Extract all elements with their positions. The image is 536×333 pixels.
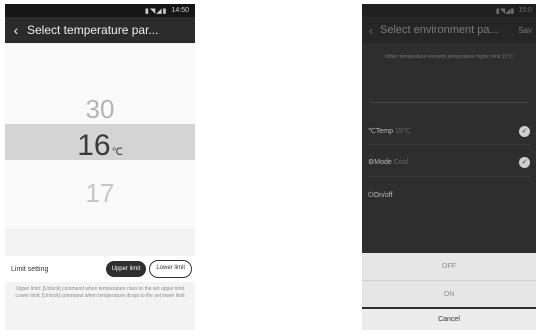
condition-info: When temperature exceeds temperature hig… (385, 54, 513, 60)
sheet-option-off[interactable]: OFF (362, 253, 536, 280)
cancel-button[interactable]: Cancel (362, 309, 536, 330)
temperature-picker[interactable]: 30 16℃ 17 (5, 44, 195, 229)
onoff-label: ⏻On/off (368, 192, 536, 200)
page-title: Select environment pa... (380, 24, 499, 36)
check-icon: ✓ (519, 156, 530, 168)
limit-setting-label: Limit setting (11, 265, 49, 273)
save-button[interactable]: Sav (518, 26, 536, 35)
toolbar: ‹ Select environment pa... Sav (362, 17, 536, 43)
celsius-unit: ℃ (111, 147, 123, 158)
mode-label: ⚙Mode Cool (368, 158, 519, 166)
back-arrow-icon[interactable]: ‹ (362, 23, 380, 38)
left-phone-screen: ▮◥◢▮ 14:50 ‹ Select temperature par... 3… (5, 4, 195, 330)
mode-row[interactable]: ⚙Mode Cool ✓ (362, 151, 536, 173)
picker-next-value[interactable]: 17 (5, 178, 195, 209)
lower-limit-button[interactable]: Lower limit (149, 260, 192, 278)
picker-current-value[interactable]: 16℃ (5, 129, 195, 163)
status-bar: ▮◥◢▮ 14:50 (5, 4, 195, 17)
temperature-label-text: ℃Temp (368, 128, 393, 135)
status-time: 14:50 (171, 7, 189, 14)
status-time: 15:0 (518, 7, 532, 14)
row-divider (368, 176, 530, 177)
picker-current-number: 16 (77, 129, 111, 162)
row-divider (368, 144, 530, 145)
upper-limit-button[interactable]: Upper limit (105, 261, 147, 277)
temperature-row[interactable]: ℃Temp 15℃ ✓ (362, 120, 536, 142)
limit-description: Upper limit: [Unlock] command when tempe… (15, 286, 185, 299)
toolbar: ‹ Select temperature par... (5, 17, 195, 43)
temperature-value: 15℃ (394, 128, 411, 135)
temperature-label: ℃Temp 15℃ (368, 127, 519, 135)
onoff-label-text: On/off (373, 192, 393, 199)
picker-prev-value[interactable]: 30 (5, 94, 195, 125)
right-phone-screen: ▮◥◢▮ 15:0 ‹ Select environment pa... Sav… (362, 4, 536, 330)
mode-label-text: Mode (374, 159, 392, 166)
mode-value: Cool (393, 159, 409, 166)
section-separator (370, 102, 528, 106)
page-title: Select temperature par... (27, 23, 159, 37)
sheet-option-on[interactable]: ON (362, 280, 536, 308)
back-arrow-icon[interactable]: ‹ (5, 22, 27, 38)
signal-icons: ▮◥◢▮ (144, 7, 168, 15)
check-icon: ✓ (519, 125, 530, 137)
limit-setting-row: Limit setting Upper limit Lower limit (5, 256, 195, 282)
status-bar: ▮◥◢▮ 15:0 (362, 4, 536, 17)
onoff-row[interactable]: ⏻On/off (362, 185, 536, 207)
signal-icons: ▮◥◢▮ (495, 7, 515, 15)
onoff-action-sheet: OFF ON (362, 253, 536, 307)
